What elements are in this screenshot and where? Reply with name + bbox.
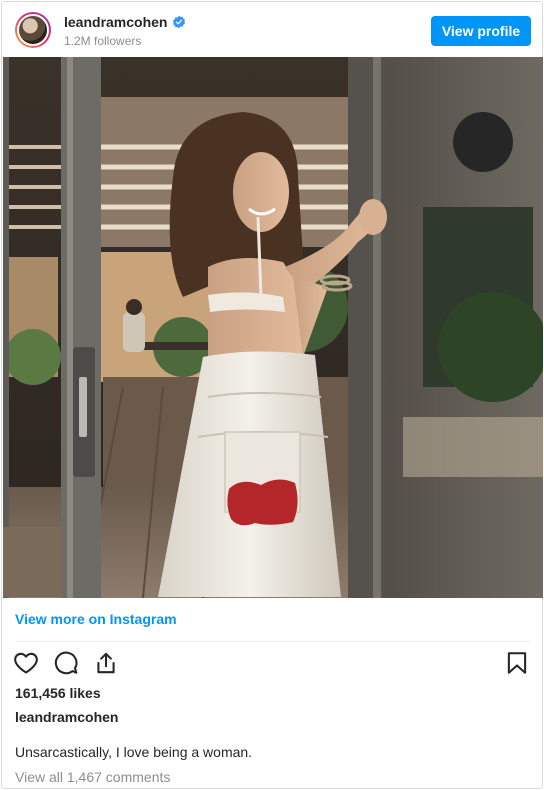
divider bbox=[15, 641, 531, 642]
username[interactable]: leandramcohen bbox=[64, 14, 167, 30]
post-header: leandramcohen 1.2M followers View profil… bbox=[2, 2, 542, 58]
avatar[interactable] bbox=[15, 12, 51, 48]
bookmark-icon[interactable] bbox=[504, 650, 530, 676]
heart-icon[interactable] bbox=[13, 650, 39, 676]
share-icon[interactable] bbox=[93, 650, 119, 676]
instagram-embed-card: leandramcohen 1.2M followers View profil… bbox=[1, 1, 543, 789]
post-caption: Unsarcastically, I love being a woman. bbox=[15, 744, 253, 760]
view-profile-button[interactable]: View profile bbox=[431, 16, 531, 46]
username-row: leandramcohen bbox=[64, 14, 186, 30]
caption-username[interactable]: leandramcohen bbox=[15, 709, 118, 725]
avatar-image bbox=[17, 14, 49, 46]
comment-icon[interactable] bbox=[53, 650, 79, 676]
view-all-comments-link[interactable]: View all 1,467 comments bbox=[15, 769, 170, 785]
like-count[interactable]: 161,456 likes bbox=[15, 685, 101, 701]
post-actions bbox=[13, 650, 119, 676]
view-more-on-instagram-link[interactable]: View more on Instagram bbox=[15, 611, 177, 627]
post-photo-illustration bbox=[3, 57, 543, 598]
verified-badge-icon bbox=[173, 15, 186, 29]
follower-count: 1.2M followers bbox=[64, 34, 142, 48]
post-image[interactable] bbox=[3, 57, 543, 598]
